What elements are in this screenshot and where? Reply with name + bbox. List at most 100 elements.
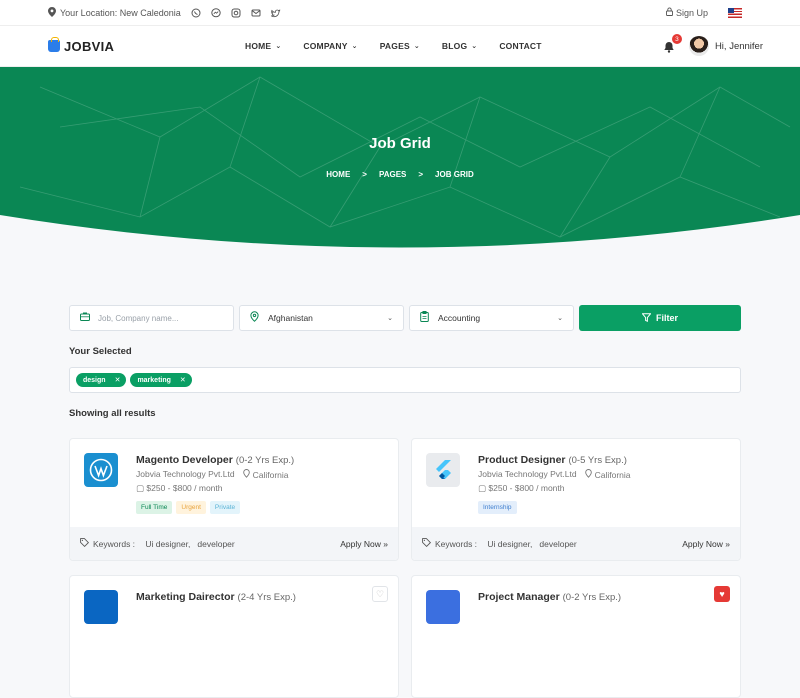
wallet-icon: ▢ — [478, 483, 487, 493]
badge-full-time: Full Time — [136, 501, 173, 514]
main-menu: HOME ⌄ COMPANY ⌄ PAGES ⌄ BLOG ⌄ CONTACT — [245, 41, 542, 51]
menu-blog[interactable]: BLOG ⌄ — [442, 41, 477, 51]
menu-company[interactable]: COMPANY ⌄ — [303, 41, 357, 51]
clipboard-icon — [420, 311, 430, 325]
breadcrumb: HOME > PAGES > JOB GRID — [0, 170, 800, 179]
results-heading: Showing all results — [69, 408, 156, 419]
badge-private: Private — [209, 501, 241, 514]
location-pin-icon — [250, 311, 260, 325]
location-text: Your Location: New Caledonia — [60, 7, 181, 18]
tag-marketing: marketing ✕ — [130, 373, 192, 387]
twitter-icon[interactable] — [269, 8, 281, 18]
user-menu[interactable]: Hi, Jennifer — [688, 36, 763, 56]
job-badges: Internship — [478, 501, 517, 514]
company-name: Jobvia Technology Pvt.Ltd — [478, 469, 577, 479]
category-value: Accounting — [438, 313, 481, 323]
lock-icon — [666, 7, 673, 18]
job-title-text: Magento Developer — [136, 454, 233, 466]
selected-heading: Your Selected — [69, 346, 132, 357]
breadcrumb-home[interactable]: HOME — [326, 170, 350, 179]
chevron-down-icon: ⌄ — [413, 43, 420, 50]
keywords-label: Keywords : — [435, 538, 478, 549]
close-icon[interactable]: ✕ — [180, 376, 186, 384]
apply-now-link[interactable]: Apply Now » — [682, 539, 730, 549]
job-title[interactable]: Marketing Dairector (2-4 Yrs Exp.) — [136, 591, 296, 603]
apply-label: Apply Now — [682, 538, 723, 549]
menu-home[interactable]: HOME ⌄ — [245, 41, 281, 51]
map-pin-icon — [584, 469, 592, 480]
job-title-text: Product Designer — [478, 454, 566, 466]
keyword-input[interactable]: Job, Company name... — [69, 305, 234, 331]
job-experience: (2-4 Yrs Exp.) — [237, 592, 296, 603]
job-location: California — [252, 469, 289, 480]
chevron-down-icon: ⌄ — [557, 315, 563, 322]
location: Your Location: New Caledonia — [48, 6, 181, 19]
job-card[interactable]: Product Designer (0-5 Yrs Exp.) Jobvia T… — [411, 438, 741, 561]
top-bar: Your Location: New Caledonia Sign Up — [0, 0, 800, 26]
breadcrumb-current: JOB GRID — [435, 170, 474, 179]
keywords-label: Keywords : — [93, 538, 136, 549]
sign-up-link[interactable]: Sign Up — [666, 7, 708, 18]
filter-label: Filter — [655, 313, 678, 323]
job-title[interactable]: Product Designer (0-5 Yrs Exp.) — [478, 454, 627, 466]
job-salary: $250 - $800 / month — [488, 483, 565, 493]
keywords-value: Ui designer, developer — [145, 538, 235, 549]
tag-icon — [80, 538, 90, 549]
location-value: Afghanistan — [268, 313, 313, 323]
instagram-icon[interactable] — [231, 8, 241, 18]
whatsapp-icon[interactable] — [191, 8, 201, 18]
job-experience: (0-2 Yrs Exp.) — [562, 592, 622, 603]
us-flag-icon[interactable] — [728, 7, 742, 18]
job-title[interactable]: Magento Developer (0-2 Yrs Exp.) — [136, 454, 294, 466]
job-card[interactable]: Project Manager (0-2 Yrs Exp.) ♥ — [411, 575, 741, 698]
map-pin-icon — [242, 469, 250, 480]
page-title: Job Grid — [369, 135, 431, 152]
menu-contact[interactable]: CONTACT — [499, 41, 541, 51]
job-title-text: Marketing Dairector — [136, 591, 235, 603]
job-keywords: Keywords : Ui designer, developer — [422, 538, 577, 549]
tag-label: marketing — [137, 376, 171, 384]
category-select[interactable]: Accounting ⌄ — [409, 305, 574, 331]
wordpress-logo-icon — [84, 453, 118, 487]
company-name: Jobvia Technology Pvt.Ltd — [136, 469, 235, 479]
menu-contact-label: CONTACT — [499, 41, 542, 51]
tag-icon — [422, 538, 432, 549]
brand-name: JOBVIA — [64, 38, 115, 54]
location-select[interactable]: Afghanistan ⌄ — [239, 305, 404, 331]
menu-pages-label: PAGES — [379, 41, 410, 51]
menu-pages[interactable]: PAGES ⌄ — [380, 41, 420, 51]
apply-now-link[interactable]: Apply Now » — [340, 539, 388, 549]
sign-up-label: Sign Up — [675, 7, 708, 18]
chevron-down-icon: ⌄ — [275, 43, 282, 50]
job-card[interactable]: Magento Developer (0-2 Yrs Exp.) Jobvia … — [69, 438, 399, 561]
job-badges: Full Time Urgent Private — [136, 501, 241, 514]
job-experience: (0-5 Yrs Exp.) — [568, 455, 627, 466]
map-pin-icon — [48, 6, 56, 19]
flutter-logo-icon — [426, 453, 460, 487]
menu-home-label: HOME — [245, 41, 272, 51]
badge-internship: Internship — [478, 501, 517, 514]
job-location: California — [594, 469, 631, 480]
job-card-footer: Keywords : Ui designer, developer Apply … — [412, 527, 740, 560]
job-company-row: Jobvia Technology Pvt.Ltd California — [478, 469, 631, 480]
double-chevron-right-icon: » — [725, 538, 730, 549]
tag-design: design ✕ — [76, 373, 127, 387]
chevron-down-icon: ⌄ — [351, 43, 358, 50]
job-salary: $250 - $800 / month — [146, 483, 223, 493]
mail-icon[interactable] — [251, 8, 261, 18]
job-title[interactable]: Project Manager (0-2 Yrs Exp.) — [478, 591, 621, 603]
tag-label: design — [83, 376, 106, 384]
selected-tags: design ✕ marketing ✕ — [69, 367, 741, 393]
job-card[interactable]: Marketing Dairector (2-4 Yrs Exp.) ♡ — [69, 575, 399, 698]
brand-logo[interactable]: JOBVIA — [48, 37, 115, 54]
filter-icon — [641, 312, 652, 324]
job-experience: (0-2 Yrs Exp.) — [235, 455, 295, 466]
messenger-icon[interactable] — [211, 7, 221, 18]
filter-button[interactable]: Filter — [579, 305, 741, 331]
apply-label: Apply Now — [340, 538, 381, 549]
breadcrumb-pages[interactable]: PAGES — [379, 170, 406, 179]
breadcrumb-separator: > — [418, 170, 424, 179]
notification-bell[interactable]: 3 — [663, 34, 682, 53]
close-icon[interactable]: ✕ — [115, 376, 121, 384]
badge-urgent: Urgent — [176, 501, 206, 514]
